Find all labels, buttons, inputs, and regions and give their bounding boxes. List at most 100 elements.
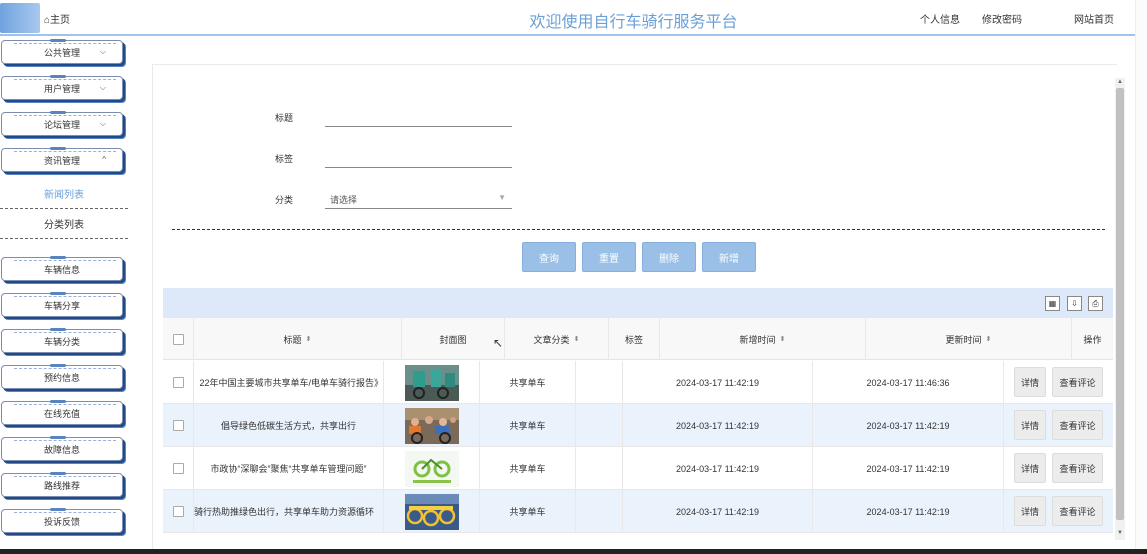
menu-notch xyxy=(50,256,66,259)
sort-icon[interactable]: ⬍ xyxy=(306,335,312,343)
view-comments-button[interactable]: 查看评论 xyxy=(1052,496,1103,526)
sort-icon[interactable]: ⬍ xyxy=(986,335,992,343)
th-tag: 标签 xyxy=(609,318,660,360)
row-created: 2024-03-17 11:42:19 xyxy=(623,404,813,447)
sort-icon[interactable]: ⬍ xyxy=(574,335,580,343)
export-icon[interactable]: ⇩ xyxy=(1067,296,1082,311)
row-created: 2024-03-17 11:42:19 xyxy=(623,447,813,490)
menu-public-management[interactable]: 公共管理 ⌵ xyxy=(1,39,123,64)
row-checkbox[interactable] xyxy=(172,463,184,474)
detail-button[interactable]: 详情 xyxy=(1014,496,1046,526)
sort-icon[interactable]: ⬍ xyxy=(780,335,786,343)
menu-user-management[interactable]: 用户管理 ⌵ xyxy=(1,75,123,100)
detail-button[interactable]: 详情 xyxy=(1014,410,1046,440)
title-label: 标题 xyxy=(275,113,294,123)
menu-vehicle-category[interactable]: 车辆分类 xyxy=(1,328,123,353)
tag-input[interactable] xyxy=(325,148,512,168)
cover-image xyxy=(404,450,459,487)
chevron-down-icon: ⌵ xyxy=(99,119,106,128)
table-row: 市政协“深聊会”聚焦“共享单车管理问题” 共享单车 2024-03-17 11:… xyxy=(163,447,1113,490)
sidebar: 公共管理 ⌵ 用户管理 ⌵ 论坛管理 ⌵ 资讯管理 ^ 新闻列表 分类列表 车辆… xyxy=(0,36,130,554)
row-category: 共享单车 xyxy=(480,447,576,490)
row-checkbox[interactable] xyxy=(172,420,184,431)
menu-decoration xyxy=(14,260,116,261)
menu-notch xyxy=(50,328,66,331)
view-comments-button[interactable]: 查看评论 xyxy=(1052,453,1103,483)
row-select-cell xyxy=(163,490,194,533)
nav-change-password[interactable]: 修改密码 xyxy=(982,11,1022,26)
home-link[interactable]: ⌂主页 xyxy=(44,11,70,26)
menu-label: 在线充值 xyxy=(43,408,80,419)
menu-route-recommend[interactable]: 路线推荐 xyxy=(1,472,123,497)
columns-icon[interactable]: ▦ xyxy=(1045,296,1060,311)
category-select[interactable]: 请选择 ▼ xyxy=(325,187,512,209)
menu-fault-info[interactable]: 故障信息 xyxy=(1,436,123,461)
add-button[interactable]: 新增 xyxy=(702,242,756,272)
menu-news-management[interactable]: 资讯管理 ^ xyxy=(1,147,123,172)
menu-notch xyxy=(50,75,66,78)
menu-notch xyxy=(50,39,66,42)
detail-button[interactable]: 详情 xyxy=(1014,367,1046,397)
th-title-label: 标题 xyxy=(283,334,302,345)
menu-vehicle-info[interactable]: 车辆信息 xyxy=(1,256,123,281)
print-icon[interactable]: ⎙ xyxy=(1088,296,1103,311)
menu-forum-management[interactable]: 论坛管理 ⌵ xyxy=(1,111,123,136)
cover-image xyxy=(404,364,459,401)
menu-reservation[interactable]: 预约信息 xyxy=(1,364,123,389)
table-row: 22年中国主要城市共享单车/电单车骑行报告》 共享单车 2024-03-17 1… xyxy=(163,361,1113,404)
menu-label: 用户管理 xyxy=(43,83,80,94)
view-comments-button[interactable]: 查看评论 xyxy=(1052,410,1103,440)
menu-vehicle-share[interactable]: 车辆分享 xyxy=(1,292,123,317)
row-category: 共享单车 xyxy=(480,361,576,404)
th-category[interactable]: 文章分类 ⬍ xyxy=(505,318,609,360)
select-all-checkbox[interactable] xyxy=(172,333,184,345)
category-label: 分类 xyxy=(275,195,294,205)
menu-label: 车辆分享 xyxy=(43,300,80,311)
menu-recharge[interactable]: 在线充值 xyxy=(1,400,123,425)
row-checkbox[interactable] xyxy=(172,377,184,388)
cover-image xyxy=(404,493,459,530)
menu-notch xyxy=(50,292,66,295)
scroll-thumb[interactable] xyxy=(1116,88,1124,520)
th-cover: 封面图 xyxy=(402,318,505,360)
th-created[interactable]: 新增时间 ⬍ xyxy=(660,318,866,360)
submenu-category-list[interactable]: 分类列表 xyxy=(0,209,128,239)
window-edge xyxy=(1135,0,1147,554)
th-cover-label: 封面图 xyxy=(439,334,467,345)
submenu-news-list[interactable]: 新闻列表 xyxy=(0,179,128,209)
th-title[interactable]: 标题 ⬍ xyxy=(194,318,402,360)
logo xyxy=(0,3,40,33)
row-checkbox[interactable] xyxy=(172,506,184,517)
menu-decoration xyxy=(14,296,116,297)
query-button[interactable]: 查询 xyxy=(522,242,576,272)
vertical-scrollbar[interactable]: ▲ ▼ xyxy=(1115,78,1125,540)
scroll-down-icon[interactable]: ▼ xyxy=(1116,530,1124,536)
scroll-up-icon[interactable]: ▲ xyxy=(1116,79,1124,85)
chevron-down-icon: ⌵ xyxy=(99,47,106,56)
category-select-placeholder: 请选择 xyxy=(330,195,358,205)
menu-label: 路线推荐 xyxy=(43,480,80,491)
delete-button[interactable]: 删除 xyxy=(642,242,696,272)
reset-button[interactable]: 重置 xyxy=(582,242,636,272)
menu-notch xyxy=(50,508,66,511)
tag-label: 标签 xyxy=(275,154,294,164)
th-tag-label: 标签 xyxy=(624,334,643,345)
nav-site-home[interactable]: 网站首页 xyxy=(1074,11,1114,26)
row-updated: 2024-03-17 11:42:19 xyxy=(813,404,1004,447)
th-updated[interactable]: 更新时间 ⬍ xyxy=(866,318,1072,360)
title-input[interactable] xyxy=(325,107,512,127)
cover-image xyxy=(404,407,459,444)
menu-label: 故障信息 xyxy=(43,444,80,455)
row-select-cell xyxy=(163,447,194,490)
view-comments-button[interactable]: 查看评论 xyxy=(1052,367,1103,397)
row-created: 2024-03-17 11:42:19 xyxy=(623,490,813,533)
menu-complaint[interactable]: 投诉反馈 xyxy=(1,508,123,533)
menu-notch xyxy=(50,111,66,114)
mouse-cursor-icon: ↖ xyxy=(493,336,504,350)
chevron-up-icon: ^ xyxy=(102,155,106,164)
row-updated: 2024-03-17 11:46:36 xyxy=(813,361,1004,404)
menu-label: 投诉反馈 xyxy=(43,516,80,527)
detail-button[interactable]: 详情 xyxy=(1014,453,1046,483)
menu-notch xyxy=(50,364,66,367)
nav-profile[interactable]: 个人信息 xyxy=(920,11,960,26)
